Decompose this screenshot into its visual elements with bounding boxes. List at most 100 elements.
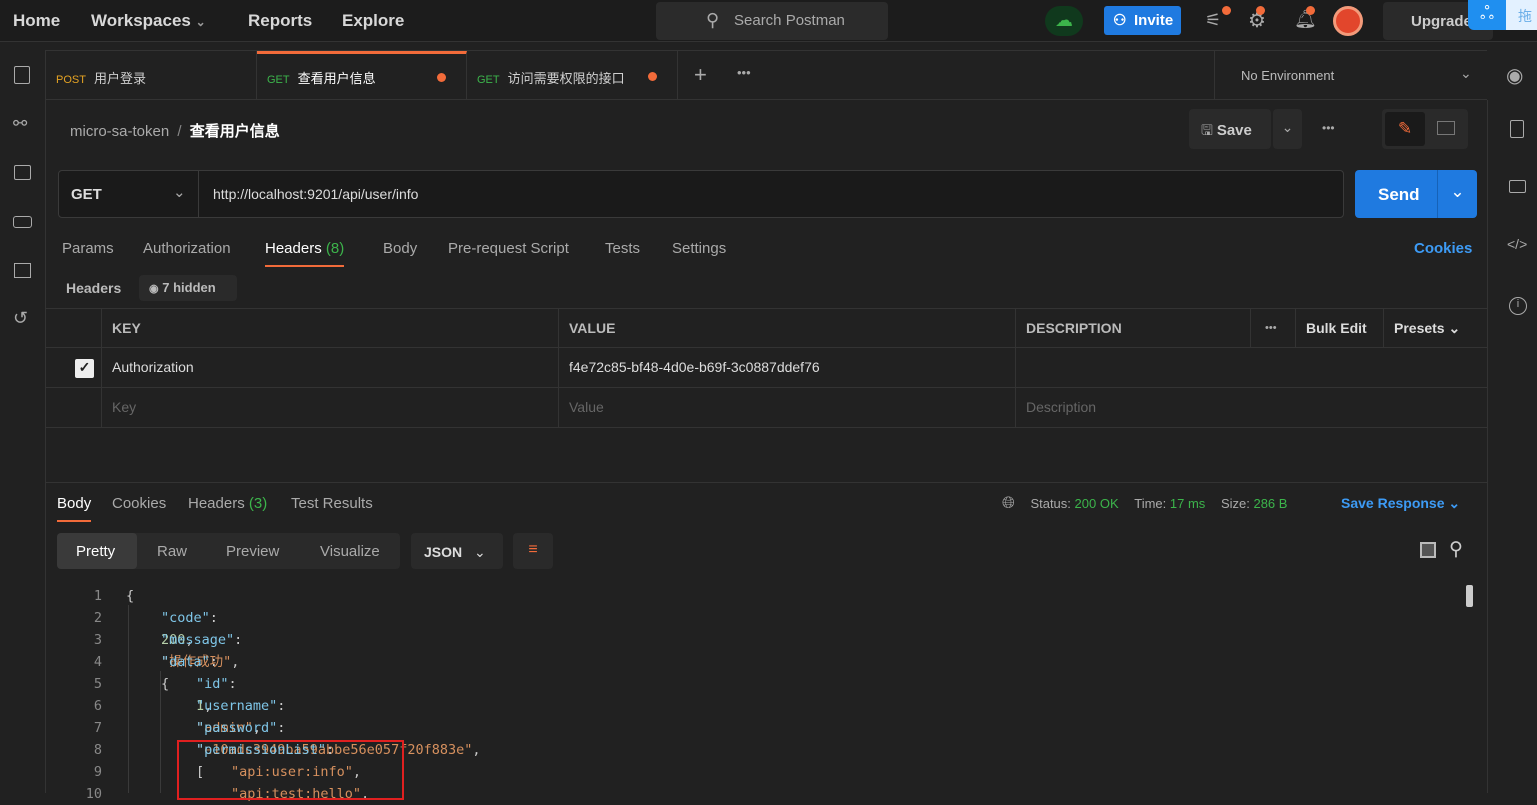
invite-button[interactable]: ⚇ Invite [1104, 6, 1181, 35]
floating-badge[interactable]: 拖 [1506, 0, 1537, 30]
line-number: 7 [93, 720, 102, 736]
bulk-edit-button[interactable]: Bulk Edit [1295, 309, 1383, 347]
send-button[interactable]: Send ⌄ [1355, 170, 1477, 218]
nav-explore[interactable]: Explore [342, 11, 404, 31]
resp-tab-cookies[interactable]: Cookies [112, 495, 166, 512]
nav-reports[interactable]: Reports [248, 11, 312, 31]
tab-permission-api[interactable]: GET 访问需要权限的接口 [467, 51, 678, 100]
cookies-link[interactable]: Cookies [1414, 240, 1472, 257]
presets-button[interactable]: Presets ⌄ [1383, 309, 1487, 347]
notification-dot [1222, 6, 1231, 15]
tab-settings[interactable]: Settings [672, 240, 726, 257]
tab-pre-request-script[interactable]: Pre-request Script [448, 240, 569, 257]
tab-headers[interactable]: Headers (8) [265, 240, 345, 267]
tab-headers-label: Headers [265, 240, 322, 257]
view-visualize[interactable]: Visualize [320, 543, 380, 560]
breadcrumb-collection[interactable]: micro-sa-token [70, 123, 169, 140]
tab-label: 访问需要权限的接口 [507, 71, 625, 86]
nav-workspaces[interactable]: Workspaces ⌄ [91, 11, 206, 31]
copy-icon[interactable] [1420, 542, 1436, 558]
tab-params[interactable]: Params [62, 240, 114, 257]
documentation-icon[interactable] [1510, 120, 1524, 138]
status-label: Status: [1030, 496, 1071, 511]
hidden-headers-toggle[interactable]: ◉ 7 hidden [139, 275, 237, 301]
view-raw[interactable]: Raw [157, 543, 187, 560]
breadcrumb-request: 查看用户信息 [189, 123, 280, 140]
header-key[interactable]: Authorization [101, 348, 558, 387]
code-token: : [228, 676, 237, 692]
resp-tab-headers[interactable]: Headers (3) [188, 495, 267, 512]
code-token: { [126, 588, 135, 604]
view-pretty[interactable]: Pretty [57, 533, 137, 569]
resp-tab-body[interactable]: Body [57, 495, 92, 522]
col-key: KEY [101, 309, 558, 347]
header-description[interactable] [1015, 348, 1487, 387]
globe-icon: 🌐︎ [1002, 495, 1015, 512]
tab-body[interactable]: Body [383, 240, 417, 257]
line-number: 10 [85, 786, 102, 802]
line-number: 2 [93, 610, 102, 626]
more-icon[interactable]: ••• [1322, 121, 1335, 135]
tab-label: 用户登录 [93, 71, 146, 86]
save-dropdown[interactable]: ⌄ [1273, 109, 1302, 149]
more-icon[interactable]: ••• [1250, 309, 1295, 347]
mock-servers-icon[interactable] [13, 216, 32, 228]
tab-authorization[interactable]: Authorization [143, 240, 231, 257]
tab-tests[interactable]: Tests [605, 240, 640, 257]
view-mode-tabs: Pretty Raw Preview Visualize [57, 533, 400, 569]
history-icon[interactable]: ↺ [13, 308, 28, 329]
col-value: VALUE [558, 309, 1015, 347]
view-preview[interactable]: Preview [226, 543, 279, 560]
cloud-app-icon[interactable]: ஃ [1468, 0, 1506, 30]
chevron-down-icon: ⌄ [173, 184, 186, 201]
code-icon[interactable]: </> [1507, 236, 1527, 252]
resp-tab-test-results[interactable]: Test Results [291, 495, 373, 512]
key-input[interactable]: Key [101, 388, 558, 427]
view-toggle: ✎ [1382, 109, 1468, 149]
header-value[interactable]: f4e72c85-bf48-4d0e-b69f-3c0887ddef76 [558, 348, 1015, 387]
format-select[interactable]: JSON ⌄ [411, 533, 503, 569]
method-select[interactable]: GET ⌄ [59, 171, 199, 217]
search-icon[interactable]: ⚲ [1449, 538, 1463, 561]
save-response-button[interactable]: Save Response ⌄ [1341, 495, 1460, 512]
save-button[interactable]: 🖫 Save [1189, 109, 1271, 149]
request-tabs: POST 用户登录 GET 查看用户信息 GET 访问需要权限的接口 + ••• No… [46, 50, 1487, 100]
sync-cloud-icon[interactable]: ☁ [1045, 6, 1083, 36]
save-label: Save [1216, 122, 1252, 139]
hidden-count: 7 hidden [162, 280, 216, 295]
code-token: : [234, 632, 243, 648]
line-number: 4 [93, 654, 102, 670]
more-tabs-icon[interactable]: ••• [737, 65, 751, 80]
search-input[interactable]: ⚲ Search Postman [656, 2, 888, 40]
wrap-lines-icon[interactable]: ≡ [513, 533, 553, 569]
environment-select[interactable]: No Environment ⌄ [1214, 51, 1487, 100]
description-input[interactable]: Description [1015, 388, 1487, 427]
code-token: : [277, 720, 286, 736]
collections-icon[interactable] [14, 66, 30, 84]
left-sidebar: ⚯ ↺ [0, 50, 46, 793]
code-token: , [472, 742, 481, 758]
row-checkbox[interactable]: ✓ [75, 359, 94, 378]
code-token: "data" [161, 654, 210, 670]
code-token: : [277, 698, 286, 714]
avatar[interactable] [1333, 6, 1363, 36]
satellite-icon[interactable]: ⚟ [1205, 10, 1221, 31]
tab-user-login[interactable]: POST 用户登录 [46, 51, 257, 100]
plus-icon[interactable]: + [694, 62, 707, 88]
comment-icon[interactable] [1437, 121, 1455, 135]
monitors-icon[interactable] [14, 263, 31, 278]
eye-icon[interactable]: ◉ [1506, 63, 1523, 88]
scrollbar[interactable] [1466, 585, 1473, 607]
code-token: "message" [161, 632, 235, 648]
value-input[interactable]: Value [558, 388, 1015, 427]
apis-icon[interactable]: ⚯ [13, 114, 27, 134]
pencil-icon[interactable]: ✎ [1385, 112, 1425, 146]
info-icon[interactable]: i [1509, 297, 1527, 315]
url-input[interactable]: http://localhost:9201/api/user/info [213, 186, 418, 202]
comments-icon[interactable] [1509, 180, 1526, 193]
environments-icon[interactable] [14, 165, 31, 180]
nav-home[interactable]: Home [13, 11, 60, 31]
time-value: 17 ms [1169, 496, 1206, 511]
tab-view-user-info[interactable]: GET 查看用户信息 [257, 51, 467, 100]
send-dropdown[interactable]: ⌄ [1437, 170, 1477, 218]
